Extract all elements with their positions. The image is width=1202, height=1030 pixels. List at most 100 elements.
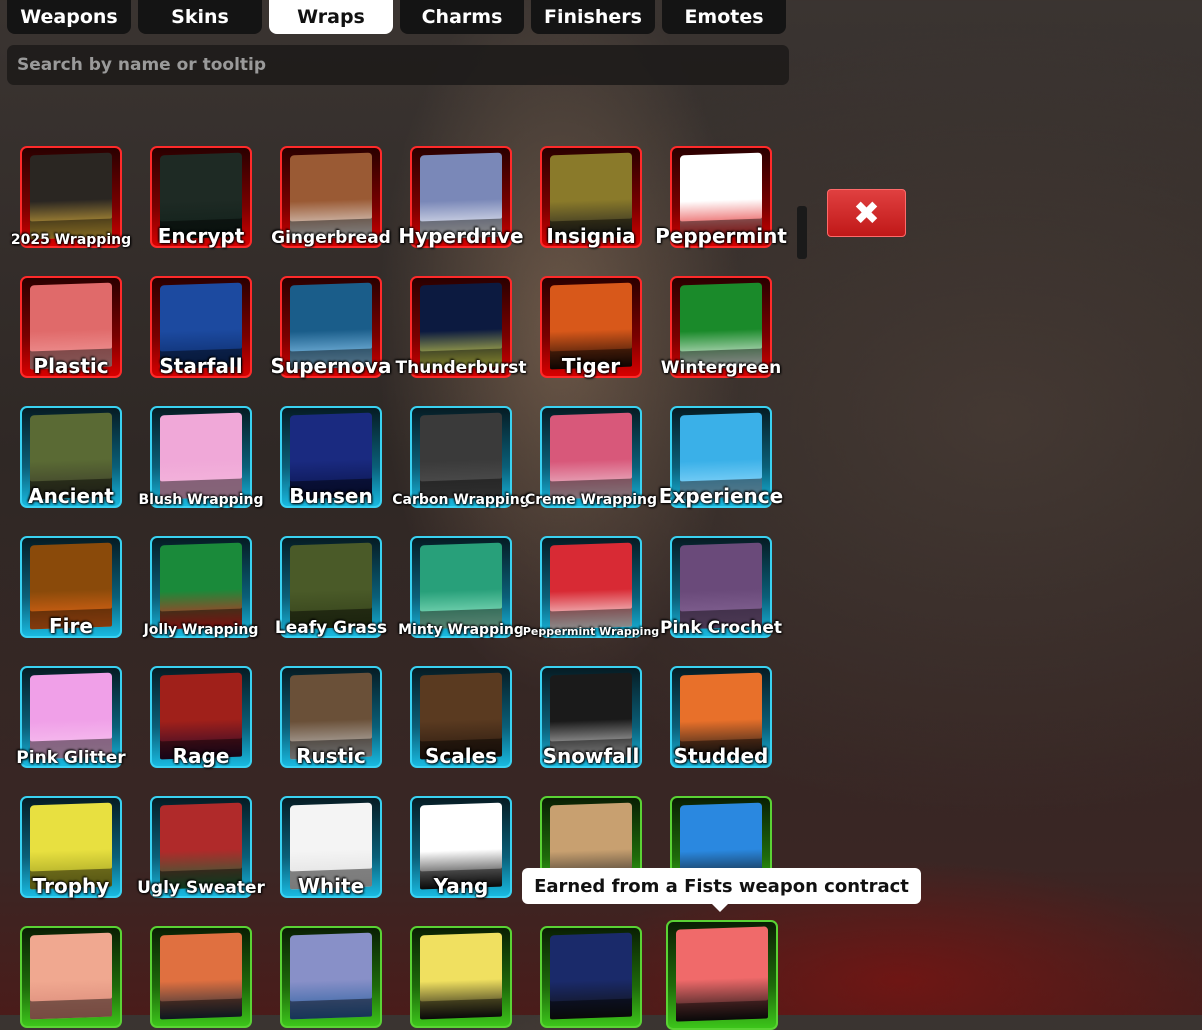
wrap-card[interactable]: Bunsen	[280, 406, 382, 508]
wrap-card[interactable]: Peppermint	[655, 146, 787, 248]
tab-charms[interactable]: Charms	[400, 0, 524, 34]
wrap-name: Rage	[172, 744, 230, 768]
wrap-card[interactable]: Tiger	[540, 276, 642, 378]
wrap-card[interactable]: Yang	[410, 796, 512, 898]
wrap-swatch	[420, 282, 502, 370]
wrap-card[interactable]: Blush Wrapping	[139, 406, 264, 508]
wrap-swatch	[290, 932, 372, 1020]
wrap-name: Yang	[433, 874, 489, 898]
wrap-card[interactable]: Supernova	[271, 276, 391, 378]
wrap-card[interactable]: Starfall	[150, 276, 252, 378]
wrap-name: Jolly Wrapping	[143, 622, 259, 638]
wrap-card[interactable]: Creme Wrapping	[525, 406, 657, 508]
tab-weapons[interactable]: Weapons	[7, 0, 131, 34]
wrap-card[interactable]	[410, 926, 512, 1028]
wrap-swatch	[420, 932, 502, 1020]
wrap-name: Ancient	[28, 484, 114, 508]
wrap-card[interactable]: Scales	[410, 666, 512, 768]
wrap-name: Peppermint	[655, 224, 787, 248]
wrap-swatch	[550, 542, 632, 630]
tab-finishers[interactable]: Finishers	[531, 0, 655, 34]
wrap-name: Blush Wrapping	[138, 492, 264, 508]
wrap-card[interactable]: Pink Crochet	[660, 536, 782, 638]
tab-emotes[interactable]: Emotes	[662, 0, 786, 34]
wrap-swatch	[550, 412, 632, 500]
wrap-card[interactable]: Thunderburst	[396, 276, 526, 378]
wrap-swatch	[30, 932, 112, 1020]
wrap-card[interactable]	[540, 926, 642, 1028]
wrap-card[interactable]: Wintergreen	[661, 276, 781, 378]
wrap-swatch	[290, 542, 372, 630]
wrap-card[interactable]: Fire	[20, 536, 122, 638]
tab-wraps[interactable]: Wraps	[269, 0, 393, 34]
wrap-name: Starfall	[159, 354, 243, 378]
wrap-name: Hyperdrive	[398, 224, 524, 248]
wrap-name: Fire	[49, 614, 93, 638]
wrap-name: Pink Glitter	[16, 748, 126, 768]
wrap-swatch	[676, 926, 768, 1022]
wrap-card[interactable]: Insignia	[540, 146, 642, 248]
wrap-card[interactable]	[150, 926, 252, 1028]
search-input[interactable]	[7, 45, 789, 85]
wrap-swatch	[160, 542, 242, 630]
wrap-name: Leafy Grass	[274, 618, 388, 638]
wrap-card[interactable]: Carbon Wrapping	[392, 406, 530, 508]
wrap-swatch	[550, 932, 632, 1020]
category-tabs: Weapons Skins Wraps Charms Finishers Emo…	[7, 0, 786, 34]
close-button[interactable]: ✖	[827, 189, 906, 237]
wrap-name: Carbon Wrapping	[392, 492, 530, 508]
wrap-name: Creme Wrapping	[524, 492, 658, 508]
wrap-name: 2025 Wrapping	[10, 232, 132, 248]
wrap-swatch	[420, 542, 502, 630]
wrap-card[interactable]: Minty Wrapping	[398, 536, 524, 638]
wrap-card[interactable]: 2025 Wrapping	[11, 146, 131, 248]
wrap-name: Tiger	[561, 354, 621, 378]
wrap-card[interactable]: Leafy Grass	[275, 536, 387, 638]
wrap-card[interactable]: Gingerbread	[271, 146, 391, 248]
wrap-card[interactable]: White	[280, 796, 382, 898]
wrap-swatch	[30, 152, 112, 240]
wrap-card[interactable]: Experience	[659, 406, 783, 508]
tab-skins[interactable]: Skins	[138, 0, 262, 34]
wrap-card[interactable]: Hyperdrive	[398, 146, 524, 248]
wrap-name: Ugly Sweater	[137, 878, 265, 898]
wrap-name: Plastic	[33, 354, 109, 378]
wrap-card[interactable]: Ancient	[20, 406, 122, 508]
wrap-card[interactable]	[280, 926, 382, 1028]
wrap-swatch	[160, 412, 242, 500]
wrap-name: Thunderburst	[395, 358, 527, 378]
wrap-name: Pink Crochet	[660, 618, 782, 638]
wrap-card[interactable]: Plastic	[20, 276, 122, 378]
wrap-card[interactable]: Rustic	[280, 666, 382, 768]
wrap-name: Encrypt	[157, 224, 245, 248]
wrap-card[interactable]: Trophy	[20, 796, 122, 898]
wrap-card[interactable]: Encrypt	[150, 146, 252, 248]
wrap-name: Insignia	[546, 224, 636, 248]
wrap-name: Bunsen	[289, 484, 373, 508]
wrap-card[interactable]: Rage	[150, 666, 252, 768]
wrap-card[interactable]	[20, 926, 122, 1028]
wrap-card[interactable]	[666, 920, 778, 1030]
wrap-name: White	[297, 874, 365, 898]
wrap-name: Gingerbread	[271, 228, 391, 248]
wrap-card[interactable]: Pink Glitter	[16, 666, 126, 768]
tooltip: Earned from a Fists weapon contract	[522, 868, 921, 912]
wrap-name: Supernova	[270, 354, 392, 378]
close-x-icon: ✖	[853, 194, 880, 232]
wrap-card[interactable]: Peppermint Wrapping	[523, 536, 659, 638]
wrap-swatch	[30, 672, 112, 760]
wrap-name: Studded	[673, 744, 769, 768]
wrap-swatch	[290, 152, 372, 240]
wrap-card[interactable]: Snowfall	[540, 666, 642, 768]
wrap-swatch	[420, 412, 502, 500]
wrap-swatch	[680, 542, 762, 630]
wrap-name: Rustic	[296, 744, 366, 768]
scrollbar-thumb[interactable]	[797, 206, 807, 259]
wrap-name: Minty Wrapping	[398, 622, 524, 638]
wrap-name: Snowfall	[542, 744, 640, 768]
wrap-name: Experience	[658, 484, 784, 508]
wrap-card[interactable]: Ugly Sweater	[137, 796, 265, 898]
wrap-card[interactable]: Jolly Wrapping	[144, 536, 258, 638]
wrap-swatch	[160, 932, 242, 1020]
wrap-card[interactable]: Studded	[670, 666, 772, 768]
